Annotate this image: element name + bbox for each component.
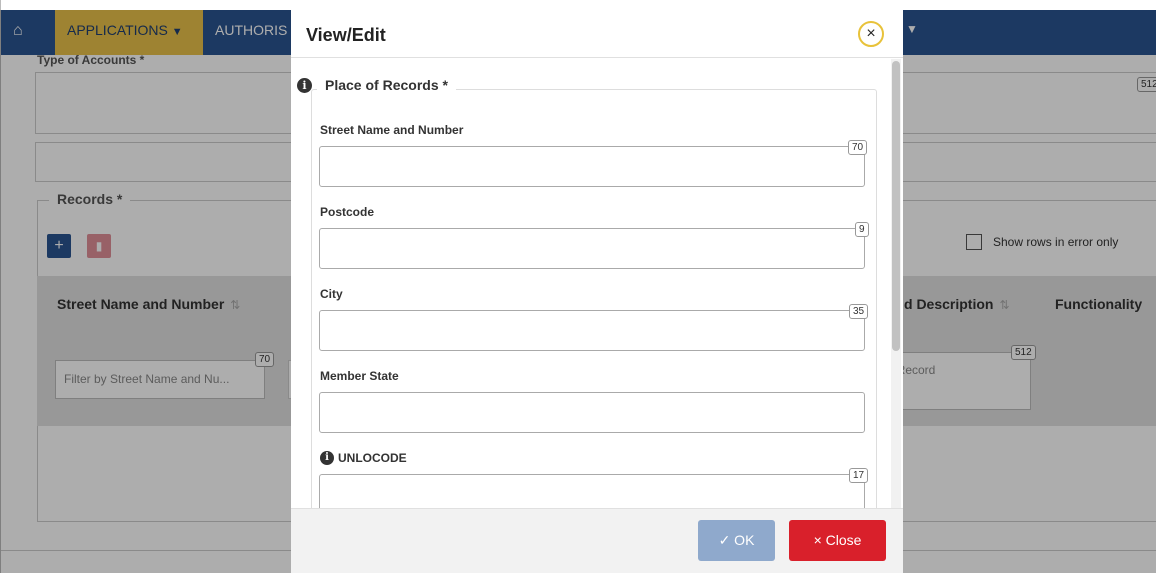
modal-header: View/Edit × <box>291 10 903 58</box>
member-state-select[interactable] <box>319 392 865 433</box>
modal-scrollbar[interactable] <box>891 59 901 508</box>
street-name-input[interactable] <box>319 146 865 187</box>
modal-body: i Place of Records * Street Name and Num… <box>291 59 903 508</box>
city-counter: 35 <box>849 304 869 319</box>
info-icon[interactable]: i <box>297 78 312 93</box>
postcode-label: Postcode <box>320 205 375 219</box>
postcode-input[interactable] <box>319 228 865 269</box>
unlocode-counter: 17 <box>849 468 869 483</box>
ok-button[interactable]: ✓ OK <box>698 520 775 561</box>
close-button[interactable]: × Close <box>789 520 886 561</box>
member-state-label: Member State <box>320 369 399 383</box>
modal-title: View/Edit <box>306 25 386 45</box>
city-input[interactable] <box>319 310 865 351</box>
unlocode-label: UNLOCODE <box>338 451 407 465</box>
modal-footer: ✓ OK × Close <box>291 508 903 573</box>
street-name-label: Street Name and Number <box>320 123 464 137</box>
view-edit-modal: View/Edit × i Place of Records * Street … <box>291 10 903 573</box>
unlocode-input[interactable] <box>319 474 865 508</box>
street-name-counter: 70 <box>848 140 868 155</box>
place-of-records-legend: Place of Records * <box>317 77 456 93</box>
city-label: City <box>320 287 343 301</box>
close-icon[interactable]: × <box>858 21 884 47</box>
scrollbar-thumb[interactable] <box>892 61 900 351</box>
info-icon[interactable]: i <box>320 451 334 465</box>
postcode-counter: 9 <box>855 222 869 237</box>
